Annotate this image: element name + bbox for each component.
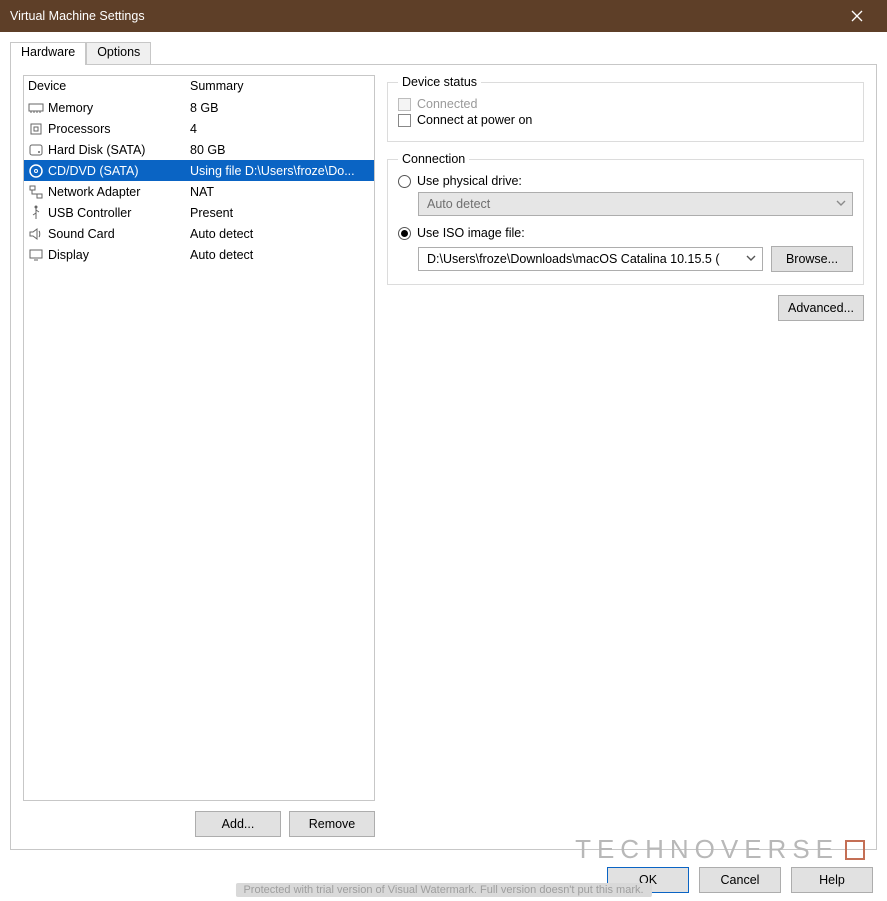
- add-device-button[interactable]: Add...: [195, 811, 281, 837]
- use-physical-drive-radio[interactable]: [398, 175, 411, 188]
- device-summary: NAT: [190, 185, 370, 199]
- iso-path-value: D:\Users\froze\Downloads\macOS Catalina …: [427, 252, 720, 266]
- use-physical-drive-label: Use physical drive:: [417, 174, 522, 188]
- connection-group: Connection Use physical drive: Auto dete…: [387, 152, 864, 285]
- device-summary: 80 GB: [190, 143, 370, 157]
- window-close-button[interactable]: [837, 0, 877, 32]
- device-list-header: Device Summary: [24, 76, 374, 97]
- device-status-group: Device status Connected Connect at power…: [387, 75, 864, 142]
- device-list[interactable]: Device Summary Memory 8 GB Processors 4 Hard…: [23, 75, 375, 801]
- cpu-icon: [28, 121, 44, 137]
- tab-hardware[interactable]: Hardware: [10, 42, 86, 65]
- device-name: Network Adapter: [48, 185, 140, 199]
- connected-checkbox: [398, 98, 411, 111]
- device-name: Hard Disk (SATA): [48, 143, 145, 157]
- connect-at-poweron-label: Connect at power on: [417, 113, 532, 127]
- help-button[interactable]: Help: [791, 867, 873, 893]
- close-icon: [851, 10, 863, 22]
- chevron-down-icon: [836, 197, 846, 211]
- device-name: Processors: [48, 122, 111, 136]
- window-title: Virtual Machine Settings: [10, 9, 145, 23]
- chevron-down-icon[interactable]: [746, 252, 756, 266]
- connected-row: Connected: [398, 97, 853, 111]
- connection-legend: Connection: [398, 152, 469, 166]
- device-row[interactable]: CD/DVD (SATA) Using file D:\Users\froze\D…: [24, 160, 374, 181]
- usb-icon: [28, 205, 44, 221]
- memory-icon: [28, 100, 44, 116]
- connect-at-poweron-row[interactable]: Connect at power on: [398, 113, 853, 127]
- device-row[interactable]: Hard Disk (SATA) 80 GB: [24, 139, 374, 160]
- use-iso-radio[interactable]: [398, 227, 411, 240]
- device-row[interactable]: Display Auto detect: [24, 244, 374, 265]
- device-summary: 8 GB: [190, 101, 370, 115]
- device-name: Display: [48, 248, 89, 262]
- device-summary: 4: [190, 122, 370, 136]
- device-row[interactable]: Network Adapter NAT: [24, 181, 374, 202]
- advanced-button[interactable]: Advanced...: [778, 295, 864, 321]
- device-row[interactable]: USB Controller Present: [24, 202, 374, 223]
- device-summary: Present: [190, 206, 370, 220]
- device-name: Sound Card: [48, 227, 115, 241]
- cancel-button[interactable]: Cancel: [699, 867, 781, 893]
- use-iso-label: Use ISO image file:: [417, 226, 525, 240]
- physical-drive-dropdown: Auto detect: [418, 192, 853, 216]
- physical-drive-value: Auto detect: [427, 197, 490, 211]
- titlebar: Virtual Machine Settings: [0, 0, 887, 32]
- column-summary[interactable]: Summary: [190, 79, 370, 93]
- sound-icon: [28, 226, 44, 242]
- device-summary: Auto detect: [190, 227, 370, 241]
- connected-label: Connected: [417, 97, 477, 111]
- column-device[interactable]: Device: [28, 79, 190, 93]
- device-name: CD/DVD (SATA): [48, 164, 139, 178]
- remove-device-button[interactable]: Remove: [289, 811, 375, 837]
- tab-options[interactable]: Options: [86, 42, 151, 65]
- device-row[interactable]: Memory 8 GB: [24, 97, 374, 118]
- device-summary: Auto detect: [190, 248, 370, 262]
- use-physical-drive-row[interactable]: Use physical drive:: [398, 174, 853, 188]
- use-iso-row[interactable]: Use ISO image file:: [398, 226, 853, 240]
- watermark-bar: Protected with trial version of Visual W…: [235, 883, 651, 897]
- tabstrip: Hardware Options: [10, 42, 877, 65]
- device-summary: Using file D:\Users\froze\Do...: [190, 164, 370, 178]
- display-icon: [28, 247, 44, 263]
- device-name: USB Controller: [48, 206, 131, 220]
- connect-at-poweron-checkbox[interactable]: [398, 114, 411, 127]
- cd-icon: [28, 163, 44, 179]
- disk-icon: [28, 142, 44, 158]
- browse-button[interactable]: Browse...: [771, 246, 853, 272]
- device-status-legend: Device status: [398, 75, 481, 89]
- iso-path-dropdown[interactable]: D:\Users\froze\Downloads\macOS Catalina …: [418, 247, 763, 271]
- device-name: Memory: [48, 101, 93, 115]
- device-row[interactable]: Processors 4: [24, 118, 374, 139]
- network-icon: [28, 184, 44, 200]
- device-row[interactable]: Sound Card Auto detect: [24, 223, 374, 244]
